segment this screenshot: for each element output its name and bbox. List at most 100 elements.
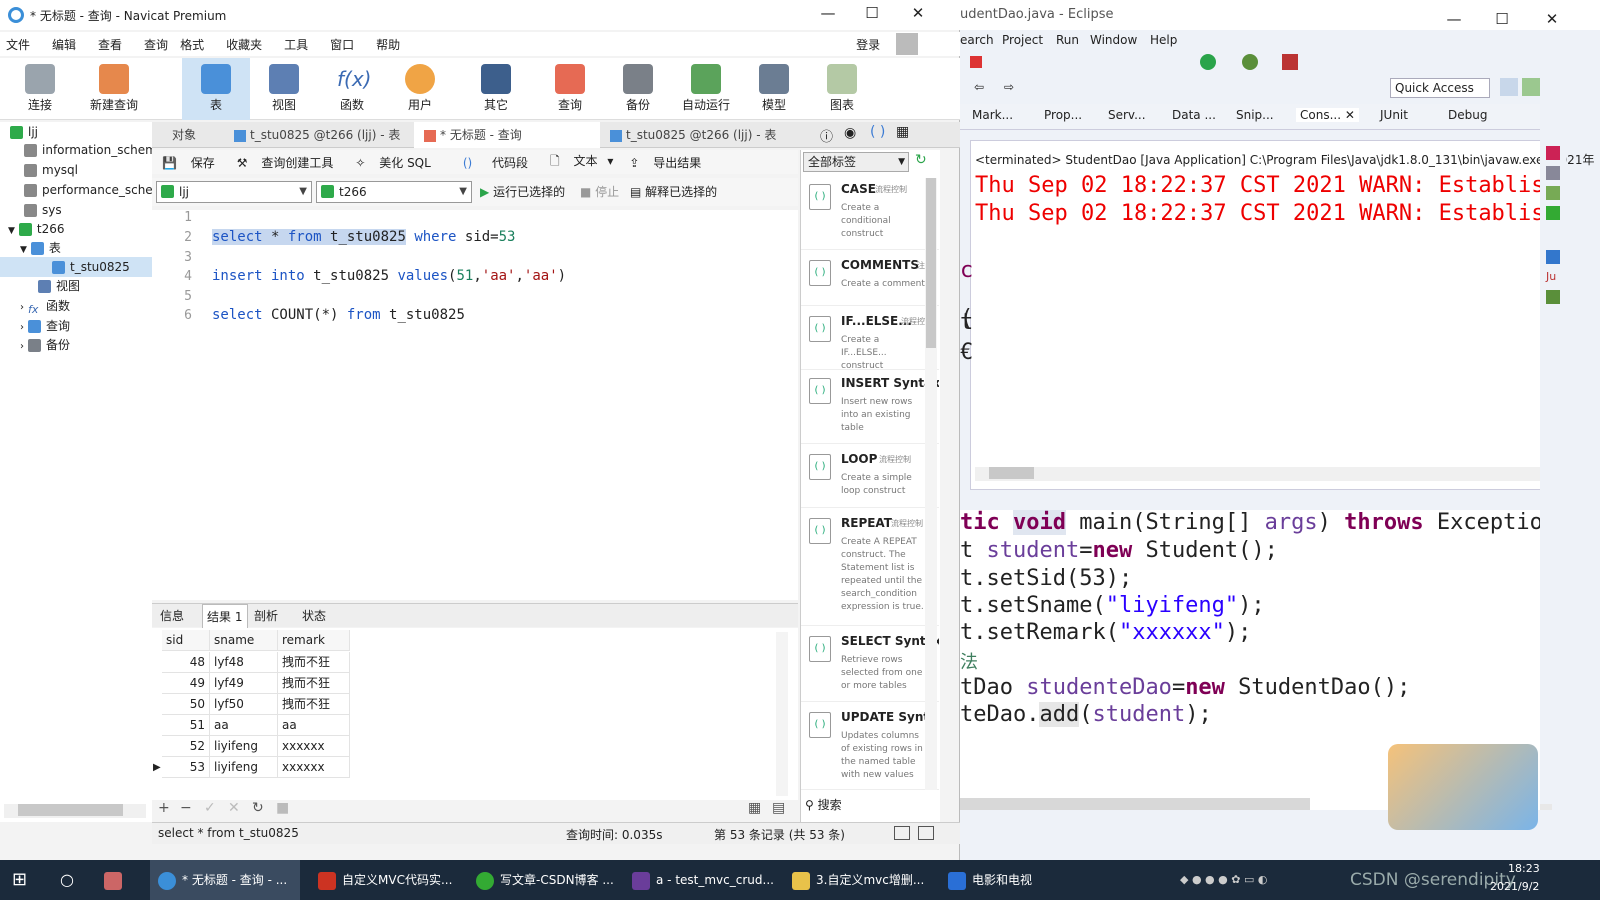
connection-select[interactable]: ljj ▼ xyxy=(156,181,312,203)
chevron-down-icon[interactable]: ▼ xyxy=(20,245,27,255)
search-icon[interactable]: ○ xyxy=(60,860,90,900)
debug-icon[interactable] xyxy=(1242,54,1258,70)
snippet-loop[interactable]: ( ) LOOP 流程控制 Create a simple loop construc… xyxy=(801,448,939,508)
menu-window[interactable]: 窗口 xyxy=(330,36,354,53)
chevron-right-icon[interactable]: › xyxy=(20,322,24,333)
close-icon[interactable]: ✕ xyxy=(1540,4,1564,28)
snippet-if-else[interactable]: ( ) IF...ELSE... 流程控 Create a IF...ELSE... … xyxy=(801,310,939,370)
tab-servers[interactable]: Serv... xyxy=(1108,108,1146,122)
explain-selected-button[interactable]: ▤ 解释已选择的 xyxy=(630,183,717,200)
grid-scrollbar[interactable] xyxy=(776,632,788,796)
tab-table-t-stu0825[interactable]: t_stu0825 @t266 (ljj) - 表 xyxy=(224,122,412,148)
snippet-repeat[interactable]: ( ) REPEAT 流程控制 Create A REPEAT construct. … xyxy=(801,512,939,626)
stop-button[interactable]: ■ 停止 xyxy=(580,183,619,200)
taskbar-pinned-app[interactable] xyxy=(104,860,144,900)
clock-date[interactable]: 2021/9/2 xyxy=(1490,880,1539,893)
database-select[interactable]: t266 ▼ xyxy=(316,181,472,203)
run-selected-button[interactable]: ▶ 运行已选择的 xyxy=(480,183,565,200)
tree-item-t-stu0825[interactable]: t_stu0825 xyxy=(0,257,152,277)
side-icon[interactable] xyxy=(1546,186,1560,200)
backup-button[interactable]: 备份 xyxy=(604,58,672,120)
tab-status[interactable]: 状态 xyxy=(302,604,342,628)
taskbar-item-movies[interactable]: 电影和电视 xyxy=(940,860,1060,900)
console-view[interactable]: <terminated> StudentDao [Java Applicatio… xyxy=(970,140,1594,490)
maximize-icon[interactable]: ☐ xyxy=(860,4,884,26)
table-cell[interactable]: liyifeng xyxy=(210,736,278,757)
new-query-button[interactable]: 新建查询 xyxy=(80,58,148,120)
column-header-sid[interactable]: sid xyxy=(162,630,210,651)
chevron-down-icon[interactable]: ▼ xyxy=(8,226,15,236)
snippet-insert[interactable]: ( ) INSERT Syntax Insert new rows into an … xyxy=(801,372,939,444)
table-cell[interactable]: 50 xyxy=(162,694,210,715)
tab-profile[interactable]: 剖析 xyxy=(254,604,294,628)
grid-view-icon[interactable]: ▦ xyxy=(748,800,761,816)
snippet-search-input[interactable]: ⚲ 搜索 xyxy=(805,796,842,813)
external-tools-icon[interactable] xyxy=(1282,54,1298,70)
refresh-icon[interactable]: ↻ xyxy=(915,152,927,168)
taskbar-item-mvc[interactable]: 自定义MVC代码实... xyxy=(310,860,462,900)
tree-item-sys[interactable]: sys xyxy=(0,200,152,220)
menu-format[interactable]: 格式 xyxy=(180,36,204,53)
perspective-icon[interactable] xyxy=(1500,78,1518,96)
tab-properties[interactable]: Prop... xyxy=(1044,108,1082,122)
table-cell[interactable]: liyifeng xyxy=(210,757,278,778)
automation-button[interactable]: 自动运行 xyxy=(672,58,740,120)
navigate-back-icon[interactable]: ⇦ xyxy=(974,80,984,94)
table-cell[interactable]: 拽而不狂 xyxy=(278,694,350,715)
menu-file[interactable]: 文件 xyxy=(6,36,30,53)
tab-objects[interactable]: 对象 xyxy=(162,122,224,148)
tab-data-source[interactable]: Data ... xyxy=(1172,108,1216,122)
tree-item-views[interactable]: 视图 xyxy=(0,276,152,296)
table-cell[interactable]: lyf48 xyxy=(210,652,278,673)
tab-debug[interactable]: Debug xyxy=(1448,108,1487,122)
run-icon[interactable] xyxy=(1200,54,1216,70)
tree-item-performance-schema[interactable]: performance_sche xyxy=(0,180,152,200)
chevron-right-icon[interactable]: › xyxy=(20,302,24,313)
tree-item-mysql[interactable]: mysql xyxy=(0,160,152,180)
menu-window[interactable]: Window xyxy=(1090,33,1137,47)
side-icon[interactable] xyxy=(1546,146,1560,160)
code-icon[interactable]: ( ) xyxy=(870,124,885,140)
others-button[interactable]: 其它 xyxy=(462,58,530,120)
tab-info[interactable]: 信息 xyxy=(160,604,200,628)
menu-tools[interactable]: 工具 xyxy=(284,36,308,53)
table-cell[interactable]: 拽而不狂 xyxy=(278,652,350,673)
table-cell[interactable]: xxxxxx xyxy=(278,757,350,778)
query-button[interactable]: 查询 xyxy=(536,58,604,120)
tab-snippets[interactable]: Snip... xyxy=(1236,108,1274,122)
menu-project[interactable]: Project xyxy=(1002,33,1043,47)
table-cell[interactable]: 51 xyxy=(162,715,210,736)
menu-view[interactable]: 查看 xyxy=(98,36,122,53)
stop-icon[interactable] xyxy=(970,56,982,68)
close-icon[interactable]: ✕ xyxy=(1345,108,1355,122)
table-button[interactable]: 表 xyxy=(182,58,250,120)
snippet-filter-select[interactable]: 全部标签 ▼ xyxy=(803,152,909,172)
menu-search[interactable]: earch xyxy=(960,33,994,47)
start-icon[interactable]: ⊞ xyxy=(12,860,42,900)
menu-run[interactable]: Run xyxy=(1056,33,1079,47)
tree-item-tables[interactable]: ▼ 表 xyxy=(0,238,152,258)
snippet-scrollbar[interactable] xyxy=(925,178,937,790)
tab-junit[interactable]: JUnit xyxy=(1380,108,1408,122)
console-side-icon[interactable] xyxy=(1546,250,1560,264)
tab-markers[interactable]: Mark... xyxy=(972,108,1013,122)
tab-untitled-query[interactable]: * 无标题 - 查询 xyxy=(414,122,600,148)
table-cell[interactable]: 拽而不狂 xyxy=(278,673,350,694)
model-button[interactable]: 模型 xyxy=(740,58,808,120)
menu-help[interactable]: Help xyxy=(1150,33,1177,47)
snippet-select[interactable]: ( ) SELECT Syntax Retrieve rows selected f… xyxy=(801,630,939,702)
table-cell[interactable]: 52 xyxy=(162,736,210,757)
table-cell[interactable]: aa xyxy=(278,715,350,736)
user-button[interactable]: 用户 xyxy=(386,58,454,120)
tree-item-ljj[interactable]: ljj xyxy=(0,122,152,142)
grid-icon[interactable]: ▦ xyxy=(896,124,909,140)
layout-toggle-icon[interactable] xyxy=(894,826,910,840)
tab-result-1[interactable]: 结果 1 xyxy=(202,604,248,628)
add-row-icon[interactable]: + xyxy=(158,800,170,816)
menu-edit[interactable]: 编辑 xyxy=(52,36,76,53)
side-icon[interactable] xyxy=(1546,166,1560,180)
editor-h-scrollbar[interactable] xyxy=(960,798,1310,810)
taskbar-item-csdn[interactable]: 写文章-CSDN博客 ... xyxy=(468,860,620,900)
taskbar-item-navicat[interactable]: * 无标题 - 查询 - ... xyxy=(150,860,300,900)
delete-row-icon[interactable]: − xyxy=(180,800,192,816)
